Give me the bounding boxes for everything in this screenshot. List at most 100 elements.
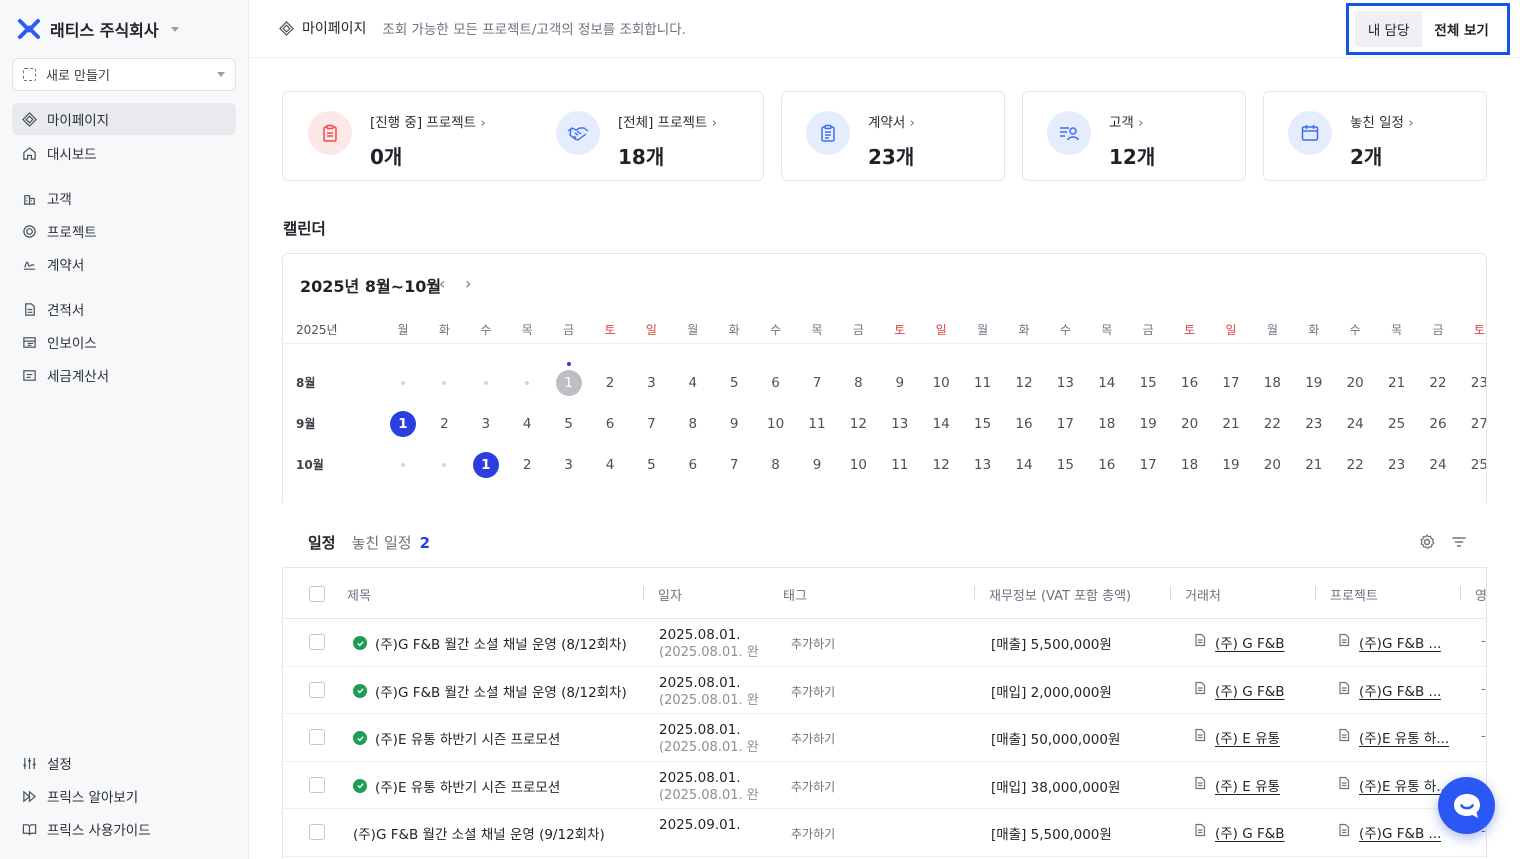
calendar-day[interactable]: 12 [928,452,954,478]
calendar-day[interactable]: 21 [1384,370,1410,396]
calendar-day[interactable]: 8 [763,452,789,478]
calendar-day[interactable]: 21 [1301,452,1327,478]
calendar-day[interactable]: 5 [638,452,664,478]
table-row[interactable]: (주)E 유통 하반기 시즌 프로모션 2025.08.01. (2025.08.0… [283,714,1486,762]
calendar-day[interactable]: 10 [763,411,789,437]
row-project-link[interactable]: (주)E 유통 하... [1337,775,1457,795]
row-checkbox[interactable] [309,776,325,793]
row-title[interactable]: (주)E 유통 하반기 시즌 프로모션 [353,776,560,796]
tab-missed-schedule[interactable]: 놓친 일정 [352,532,412,553]
sidebar-item-projects[interactable]: 프로젝트 [12,215,236,247]
row-project-link[interactable]: (주)G F&B ... [1337,822,1457,842]
calendar-day[interactable]: 11 [970,370,996,396]
calendar-day[interactable]: 17 [1052,411,1078,437]
calendar-day[interactable]: 18 [1094,411,1120,437]
calendar-day[interactable]: 9 [887,370,913,396]
calendar-day[interactable]: 17 [1135,452,1161,478]
calendar-day[interactable]: 10 [928,370,954,396]
calendar-day[interactable]: 2 [431,411,457,437]
column-resizer[interactable] [974,586,975,600]
select-all-checkbox[interactable] [309,586,325,602]
calendar-day[interactable]: 3 [638,370,664,396]
stat-missed-events[interactable]: 놓친 일정 2개 [1288,107,1414,170]
calendar-day[interactable]: 22 [1342,452,1368,478]
gear-icon[interactable] [1418,533,1436,551]
tab-schedule[interactable]: 일정 [308,532,336,553]
calendar-day[interactable]: 20 [1259,452,1285,478]
calendar-day[interactable]: 3 [473,411,499,437]
calendar-day[interactable]: 13 [1052,370,1078,396]
calendar-day[interactable]: 20 [1177,411,1203,437]
calendar-day[interactable]: 16 [1094,452,1120,478]
my-assigned-toggle[interactable]: 내 담당 [1355,11,1423,47]
calendar-day[interactable]: 5 [721,370,747,396]
stat-all-projects[interactable]: [전체] 프로젝트 18개 [556,107,717,170]
row-title[interactable]: (주)G F&B 월간 소셜 채널 운영 (8/12회차) [353,681,627,701]
calendar-day[interactable]: 19 [1218,452,1244,478]
company-switcher[interactable]: 래티스 주식회사 [18,16,179,42]
sidebar-item-guide[interactable]: 프릭스 사용가이드 [12,813,236,845]
row-vendor-link[interactable]: (주) G F&B [1193,822,1285,842]
calendar-day[interactable]: 23 [1466,370,1486,396]
calendar-day[interactable]: 21 [1218,411,1244,437]
sidebar-item-contracts[interactable]: 계약서 [12,248,236,280]
calendar-day[interactable]: 5 [556,411,582,437]
row-title[interactable]: (주)E 유통 하반기 시즌 프로모션 [353,728,560,748]
column-tag[interactable]: 태그 [783,585,807,604]
calendar-day[interactable]: 8 [845,370,871,396]
calendar-day[interactable]: 15 [1135,370,1161,396]
column-resizer[interactable] [643,586,644,600]
row-vendor-link[interactable]: (주) G F&B [1193,632,1285,652]
row-vendor-link[interactable]: (주) E 유통 [1193,775,1280,795]
calendar-day[interactable]: 23 [1384,452,1410,478]
calendar-day[interactable]: 19 [1301,370,1327,396]
calendar-day[interactable]: 14 [1011,452,1037,478]
calendar-day[interactable]: 10 [845,452,871,478]
calendar-day[interactable]: 7 [804,370,830,396]
sidebar-item-customers[interactable]: 고객 [12,182,236,214]
row-vendor-link[interactable]: (주) E 유통 [1193,727,1280,747]
calendar-day[interactable]: 1 [555,370,582,396]
calendar-day[interactable]: 13 [970,452,996,478]
calendar-day[interactable]: 12 [845,411,871,437]
calendar-day[interactable]: 13 [887,411,913,437]
add-tag-button[interactable]: 추가하기 [791,778,835,795]
row-project-link[interactable]: (주)G F&B ... [1337,632,1457,652]
calendar-day[interactable]: 26 [1425,411,1451,437]
add-tag-button[interactable]: 추가하기 [791,730,835,747]
calendar-day[interactable]: 1 [390,411,416,437]
calendar-day[interactable]: 6 [597,411,623,437]
calendar-day[interactable]: 22 [1259,411,1285,437]
column-resizer[interactable] [1315,586,1316,600]
table-row[interactable]: (주)G F&B 월간 소셜 채널 운영 (8/12회차) 2025.08.01.… [283,667,1486,714]
column-date[interactable]: 일자 [658,585,682,604]
calendar-day[interactable]: 6 [680,452,706,478]
calendar-day[interactable]: 25 [1384,411,1410,437]
calendar-day[interactable]: 18 [1259,370,1285,396]
add-tag-button[interactable]: 추가하기 [791,683,835,700]
chat-support-button[interactable] [1438,777,1495,834]
add-tag-button[interactable]: 추가하기 [791,635,835,652]
stat-active-projects[interactable]: [진행 중] 프로젝트 0개 [308,107,486,170]
calendar-day[interactable]: 7 [638,411,664,437]
chevron-right-icon[interactable]: › [465,274,471,293]
calendar-day[interactable]: 15 [970,411,996,437]
calendar-day[interactable]: 16 [1177,370,1203,396]
row-title[interactable]: (주)G F&B 월간 소셜 채널 운영 (8/12회차) [353,633,627,653]
calendar-day[interactable]: 2 [597,370,623,396]
sidebar-item-dashboard[interactable]: 대시보드 [12,137,236,169]
column-resizer[interactable] [1460,586,1461,600]
calendar-day[interactable]: 3 [556,452,582,478]
calendar-day[interactable]: 14 [928,411,954,437]
sidebar-item-invoices[interactable]: 인보이스 [12,326,236,358]
calendar-day[interactable]: 11 [887,452,913,478]
calendar-day[interactable]: 25 [1466,452,1486,478]
calendar-day[interactable]: 18 [1177,452,1203,478]
row-checkbox[interactable] [309,729,325,745]
calendar-day[interactable]: 20 [1342,370,1368,396]
calendar-day[interactable]: 2 [514,452,540,478]
calendar-day[interactable]: 27 [1466,411,1486,437]
stat-customers[interactable]: 고객 12개 [1047,107,1155,170]
row-checkbox[interactable] [309,634,325,650]
calendar-day[interactable]: 16 [1011,411,1037,437]
